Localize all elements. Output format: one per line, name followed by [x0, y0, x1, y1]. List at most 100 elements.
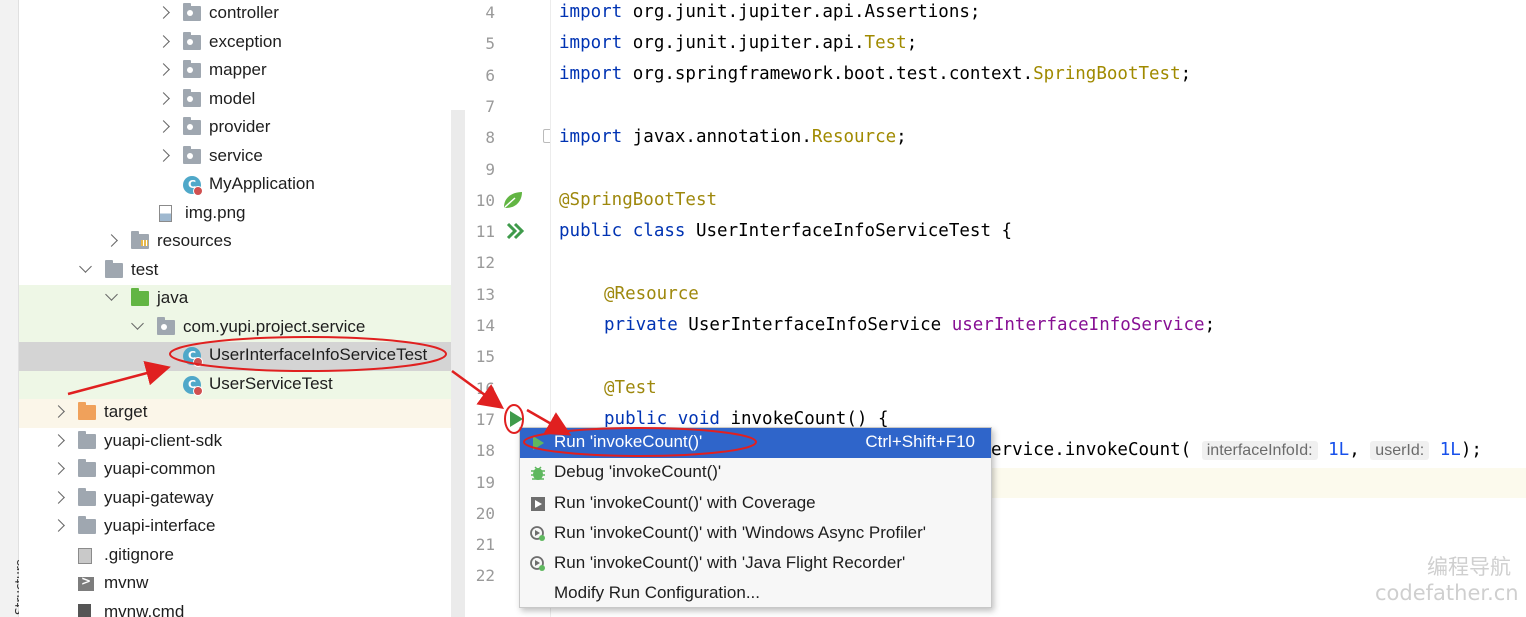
- tree-item-img-png[interactable]: img.png: [19, 200, 465, 229]
- menu-item-debug[interactable]: Debug 'invokeCount()': [520, 458, 991, 488]
- menu-item-flight-recorder[interactable]: Run 'invokeCount()' with 'Java Flight Re…: [520, 549, 991, 579]
- menu-item-async-profiler[interactable]: Run 'invokeCount()' with 'Windows Async …: [520, 519, 991, 549]
- tree-item-label: UserServiceTest: [209, 373, 333, 393]
- tree-item-service[interactable]: service: [19, 143, 465, 172]
- tree-item-label: service: [209, 145, 263, 165]
- tree-item-label: resources: [157, 231, 232, 250]
- chevron-down-icon[interactable]: [105, 288, 118, 301]
- structure-tool-tab[interactable]: Structure: [0, 540, 27, 617]
- chevron-right-icon[interactable]: [157, 91, 170, 105]
- tree-item-label: mvnw.cmd: [104, 601, 185, 617]
- tree-item-label: yuapi-common: [104, 459, 216, 478]
- line-number: 4: [485, 3, 495, 22]
- chevron-right-icon[interactable]: [157, 6, 170, 19]
- code-line-16: @Test: [604, 378, 657, 398]
- package-icon: [183, 117, 201, 135]
- tree-item-yuapi-common[interactable]: yuapi-common: [19, 456, 465, 485]
- shell-script-icon: [78, 574, 94, 591]
- tree-item-label: mapper: [209, 60, 267, 79]
- flight-recorder-icon: [530, 556, 545, 571]
- code-line-14: private UserInterfaceInfoService userInt…: [604, 315, 1216, 335]
- tree-scrollbar[interactable]: [451, 110, 465, 617]
- chevron-right-icon[interactable]: [157, 120, 170, 133]
- tree-item-label: target: [104, 402, 148, 421]
- tree-item-label: test: [131, 259, 159, 279]
- excluded-folder-icon: [78, 402, 96, 420]
- menu-item-coverage[interactable]: Run 'invokeCount()' with Coverage: [520, 489, 991, 519]
- tree-item-userinterfaceinfoservicetest[interactable]: C UserInterfaceInfoServiceTest: [19, 342, 465, 371]
- chevron-right-icon[interactable]: [157, 34, 170, 48]
- code-line-18: ervice.invokeCount( interfaceInfoId: 1L,…: [991, 440, 1482, 460]
- test-source-folder-icon: [131, 288, 149, 306]
- tree-item-com-yupi-project-service[interactable]: com.yupi.project.service: [19, 313, 465, 342]
- chevron-right-icon[interactable]: [52, 433, 65, 447]
- tree-item-java[interactable]: java: [19, 285, 465, 314]
- chevron-right-icon[interactable]: [52, 519, 65, 532]
- tree-item-model[interactable]: model: [19, 86, 465, 115]
- tree-item-label: controller: [209, 3, 279, 22]
- menu-item-modify-config[interactable]: Modify Run Configuration...: [520, 579, 991, 609]
- code-line-13: @Resource: [604, 284, 699, 304]
- tree-item-yuapi-gateway[interactable]: yuapi-gateway: [19, 485, 465, 514]
- tree-item-test[interactable]: test: [19, 257, 465, 286]
- code-line-8: import javax.annotation.Resource;: [559, 127, 907, 147]
- tree-item-target[interactable]: target: [19, 399, 465, 428]
- package-icon: [183, 31, 201, 50]
- folder-icon: [78, 487, 96, 506]
- line-number: 22: [475, 566, 495, 586]
- run-method-icon[interactable]: [508, 410, 524, 428]
- line-number: 7: [485, 96, 495, 116]
- tree-item-yuapi-client-sdk[interactable]: yuapi-client-sdk: [19, 428, 465, 457]
- line-number: 8: [485, 128, 495, 148]
- package-icon: [157, 316, 175, 335]
- chevron-right-icon[interactable]: [52, 490, 65, 504]
- code-line-11: public class UserInterfaceInfoServiceTes…: [559, 221, 1013, 241]
- tree-item-label: java: [157, 288, 189, 307]
- tree-item-exception[interactable]: exception: [19, 29, 465, 58]
- run-class-icon[interactable]: [506, 222, 526, 240]
- java-class-icon: C: [183, 375, 203, 396]
- folder-icon: [105, 259, 123, 278]
- tree-item-label: img.png: [185, 202, 246, 222]
- tree-item-controller[interactable]: controller: [19, 0, 465, 29]
- line-number: 9: [485, 159, 495, 179]
- line-number: 11: [475, 222, 495, 242]
- line-number: 5: [485, 34, 495, 54]
- tree-item-label: MyApplication: [209, 174, 315, 193]
- spring-bean-icon[interactable]: [501, 189, 525, 211]
- line-number: 18: [475, 441, 495, 461]
- chevron-right-icon[interactable]: [52, 405, 65, 418]
- chevron-down-icon[interactable]: [131, 316, 144, 330]
- chevron-right-icon[interactable]: [52, 462, 65, 475]
- chevron-right-icon[interactable]: [157, 63, 170, 76]
- tree-item-myapplication[interactable]: C MyApplication: [19, 171, 465, 200]
- debug-icon: [531, 466, 545, 480]
- tree-item-label: yuapi-client-sdk: [104, 430, 223, 450]
- line-number: 14: [475, 316, 495, 335]
- tree-item-resources[interactable]: resources: [19, 228, 465, 257]
- tree-item-label: yuapi-interface: [104, 516, 216, 535]
- tree-item-label: .gitignore: [104, 544, 174, 564]
- tree-item-mapper[interactable]: mapper: [19, 57, 465, 86]
- tree-item-gitignore[interactable]: .gitignore: [19, 542, 465, 571]
- tree-item-mvnw-cmd[interactable]: mvnw.cmd: [19, 599, 465, 617]
- tree-item-mvnw[interactable]: mvnw: [19, 570, 465, 599]
- param-hint-interfaceinfoid: interfaceInfoId:: [1201, 441, 1318, 460]
- chevron-right-icon[interactable]: [105, 234, 118, 247]
- folder-icon: [78, 430, 96, 449]
- chevron-down-icon[interactable]: [79, 259, 92, 273]
- project-tree[interactable]: controller exception mapper model provider se…: [19, 0, 465, 617]
- line-number: 15: [475, 347, 495, 367]
- menu-item-run[interactable]: Run 'invokeCount()' Ctrl+Shift+F10: [520, 428, 991, 458]
- profiler-icon: [530, 526, 545, 541]
- tree-item-label: yuapi-gateway: [104, 487, 214, 507]
- run-context-menu[interactable]: Run 'invokeCount()' Ctrl+Shift+F10 Debug…: [519, 427, 992, 608]
- chevron-right-icon[interactable]: [157, 148, 170, 162]
- tree-item-label: exception: [209, 31, 282, 51]
- tree-item-label: mvnw: [104, 573, 149, 592]
- tree-item-yuapi-interface[interactable]: yuapi-interface: [19, 513, 465, 542]
- tree-item-userservicetest[interactable]: C UserServiceTest: [19, 370, 465, 399]
- code-line-6: import org.springframework.boot.test.con…: [559, 64, 1192, 84]
- folder-icon: [78, 459, 96, 477]
- tree-item-provider[interactable]: provider: [19, 114, 465, 143]
